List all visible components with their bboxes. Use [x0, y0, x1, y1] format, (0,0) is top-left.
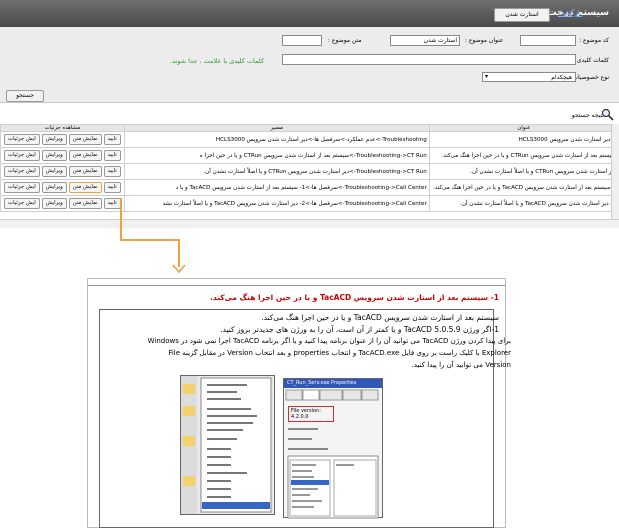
keywords-note: کلمات کلیدی با علامت ، جدا شوند.	[170, 57, 265, 65]
feature-select[interactable]: ▾ هیچکدام	[482, 72, 576, 82]
connector-line	[178, 239, 180, 267]
context-menu-image	[181, 376, 272, 514]
properties-tabs	[285, 389, 379, 401]
document-line: برای پیدا کردن ورژن TacACD می توانید آن …	[147, 337, 511, 345]
connector-line	[120, 198, 122, 240]
confirm-button[interactable]: تایید	[103, 198, 121, 209]
table-header: مشاهده جزئیات مسیر عنوان	[0, 124, 619, 132]
document-line: Version می توانید آن را پیدا کنید.	[411, 361, 511, 369]
confirm-button[interactable]: تایید	[103, 182, 121, 193]
row-title: دیر استارت شدن سرویس CTRun و یا اصلاً اس…	[428, 163, 619, 180]
edit-button[interactable]: ویرایش	[41, 166, 67, 177]
arrow-down-icon	[172, 264, 186, 274]
details-button[interactable]: ایش جزئیات	[4, 150, 40, 161]
code-label: کد موضوع :	[579, 37, 609, 44]
magnifier-icon	[601, 108, 614, 121]
confirm-button[interactable]: تایید	[103, 150, 121, 161]
details-button[interactable]: ایش جزئیات	[4, 182, 40, 193]
code-input[interactable]	[520, 35, 576, 46]
col-details: مشاهده جزئیات	[0, 124, 125, 132]
document-line: سیستم بعد از استارت شدن سرویس TacACD و ی…	[261, 313, 499, 322]
properties-screenshot: CT_Run_Serv.exe Properties File version:…	[283, 378, 383, 519]
keywords-input[interactable]	[282, 54, 576, 65]
col-title: عنوان	[428, 124, 619, 132]
edit-button[interactable]: ویرایش	[41, 150, 67, 161]
back-link[interactable]: بازگشت	[558, 9, 582, 17]
title-label: عنوان موضوع :	[465, 37, 504, 44]
properties-body	[287, 428, 379, 519]
details-button[interactable]: ایش جزئیات	[4, 166, 40, 177]
search-button[interactable]: جستجو	[6, 90, 44, 102]
show-text-button[interactable]: نمایش متن	[68, 150, 102, 161]
type-input[interactable]	[282, 35, 322, 46]
row-path: Troubleshooting->Call Center->سرفصل ها->…	[123, 195, 430, 212]
document-line: 1-اگر ورژن TacACD 5.0.5.9 و یا کمتر از آ…	[220, 325, 499, 334]
file-version-box: File version: 4.2.0.0	[288, 406, 334, 422]
details-button[interactable]: ایش جزئیات	[4, 198, 40, 209]
row-path: Troubleshooting->عدم عملکرد->سرفصل ها->د…	[123, 131, 430, 148]
document-divider	[87, 278, 506, 286]
row-title: 1-دیر استارت شدن سرویس HCLS3000	[428, 131, 619, 148]
type-label: متن موضوع :	[328, 37, 362, 44]
col-path: مسیر	[123, 124, 430, 132]
show-text-button-highlighted[interactable]: نمایش متن	[68, 182, 102, 193]
results-title: نتیجه جستجو	[571, 112, 604, 119]
table-row[interactable]: تاییدنمایش متنویرایشایش جزئیات Troublesh…	[0, 195, 619, 212]
document-line: Explorer با کلیک راست بر روی فایل TacACD…	[168, 349, 511, 357]
edit-button[interactable]: ویرایش	[41, 134, 67, 145]
edit-button[interactable]: ویرایش	[41, 198, 67, 209]
details-button[interactable]: ایش جزئیات	[4, 134, 40, 145]
row-actions: تاییدنمایش متنویرایشایش جزئیات	[0, 163, 125, 180]
row-title: 1-سیستم بعد از استارت شدن سرویس TacACD و…	[428, 179, 619, 196]
row-actions: تاییدنمایش متنویرایشایش جزئیات	[0, 131, 125, 148]
row-actions: تاییدنمایش متنویرایشایش جزئیات	[0, 179, 125, 196]
table-row[interactable]: تاییدنمایش متنویرایشایش جزئیات Troublesh…	[0, 179, 619, 196]
confirm-button[interactable]: تایید	[103, 134, 121, 145]
row-title: 2- دیر استارت شدن سرویس TacACD و یا اصلا…	[428, 195, 619, 212]
start-button[interactable]: استارت شدن	[494, 8, 550, 22]
properties-title: CT_Run_Serv.exe Properties	[284, 379, 382, 388]
show-text-button[interactable]: نمایش متن	[68, 134, 102, 145]
row-actions: تاییدنمایش متنویرایشایش جزئیات	[0, 195, 125, 212]
show-text-button[interactable]: نمایش متن	[68, 198, 102, 209]
confirm-button[interactable]: تایید	[103, 166, 121, 177]
horizontal-scrollbar[interactable]	[0, 219, 619, 228]
table-row[interactable]: تاییدنمایش متنویرایشایش جزئیات Troublesh…	[0, 131, 619, 148]
table-row[interactable]: تاییدنمایش متنویرایشایش جزئیات Troublesh…	[0, 147, 619, 164]
row-path: Troubleshooting->CT Run->دیر استارت شدن …	[123, 163, 430, 180]
row-title: سیستم بعد از استارت شدن سرویس CTRun و یا…	[428, 147, 619, 164]
feature-select-value: هیچکدام	[551, 74, 572, 81]
row-path: Troubleshooting->Call Center->سرفصل ها->…	[123, 179, 430, 196]
row-actions: تاییدنمایش متنویرایشایش جزئیات	[0, 147, 125, 164]
row-path: Troubleshooting->CT Run->سیستم بعد از اس…	[123, 147, 430, 164]
edit-button[interactable]: ویرایش	[41, 182, 67, 193]
title-input[interactable]: استارت شدن	[390, 35, 460, 46]
document-title: 1- سیستم بعد از استارت شدن سرویس TacACD …	[210, 293, 499, 302]
chevron-down-icon: ▾	[485, 73, 489, 80]
connector-line	[120, 239, 180, 241]
vertical-scrollbar[interactable]	[611, 124, 619, 219]
context-menu-screenshot	[180, 375, 275, 515]
table-row[interactable]: تاییدنمایش متنویرایشایش جزئیات Troublesh…	[0, 163, 619, 180]
show-text-button[interactable]: نمایش متن	[68, 166, 102, 177]
keywords-label: کلمات کلیدی :	[572, 57, 609, 64]
results-table: مشاهده جزئیات مسیر عنوان تاییدنمایش متنو…	[0, 124, 619, 212]
